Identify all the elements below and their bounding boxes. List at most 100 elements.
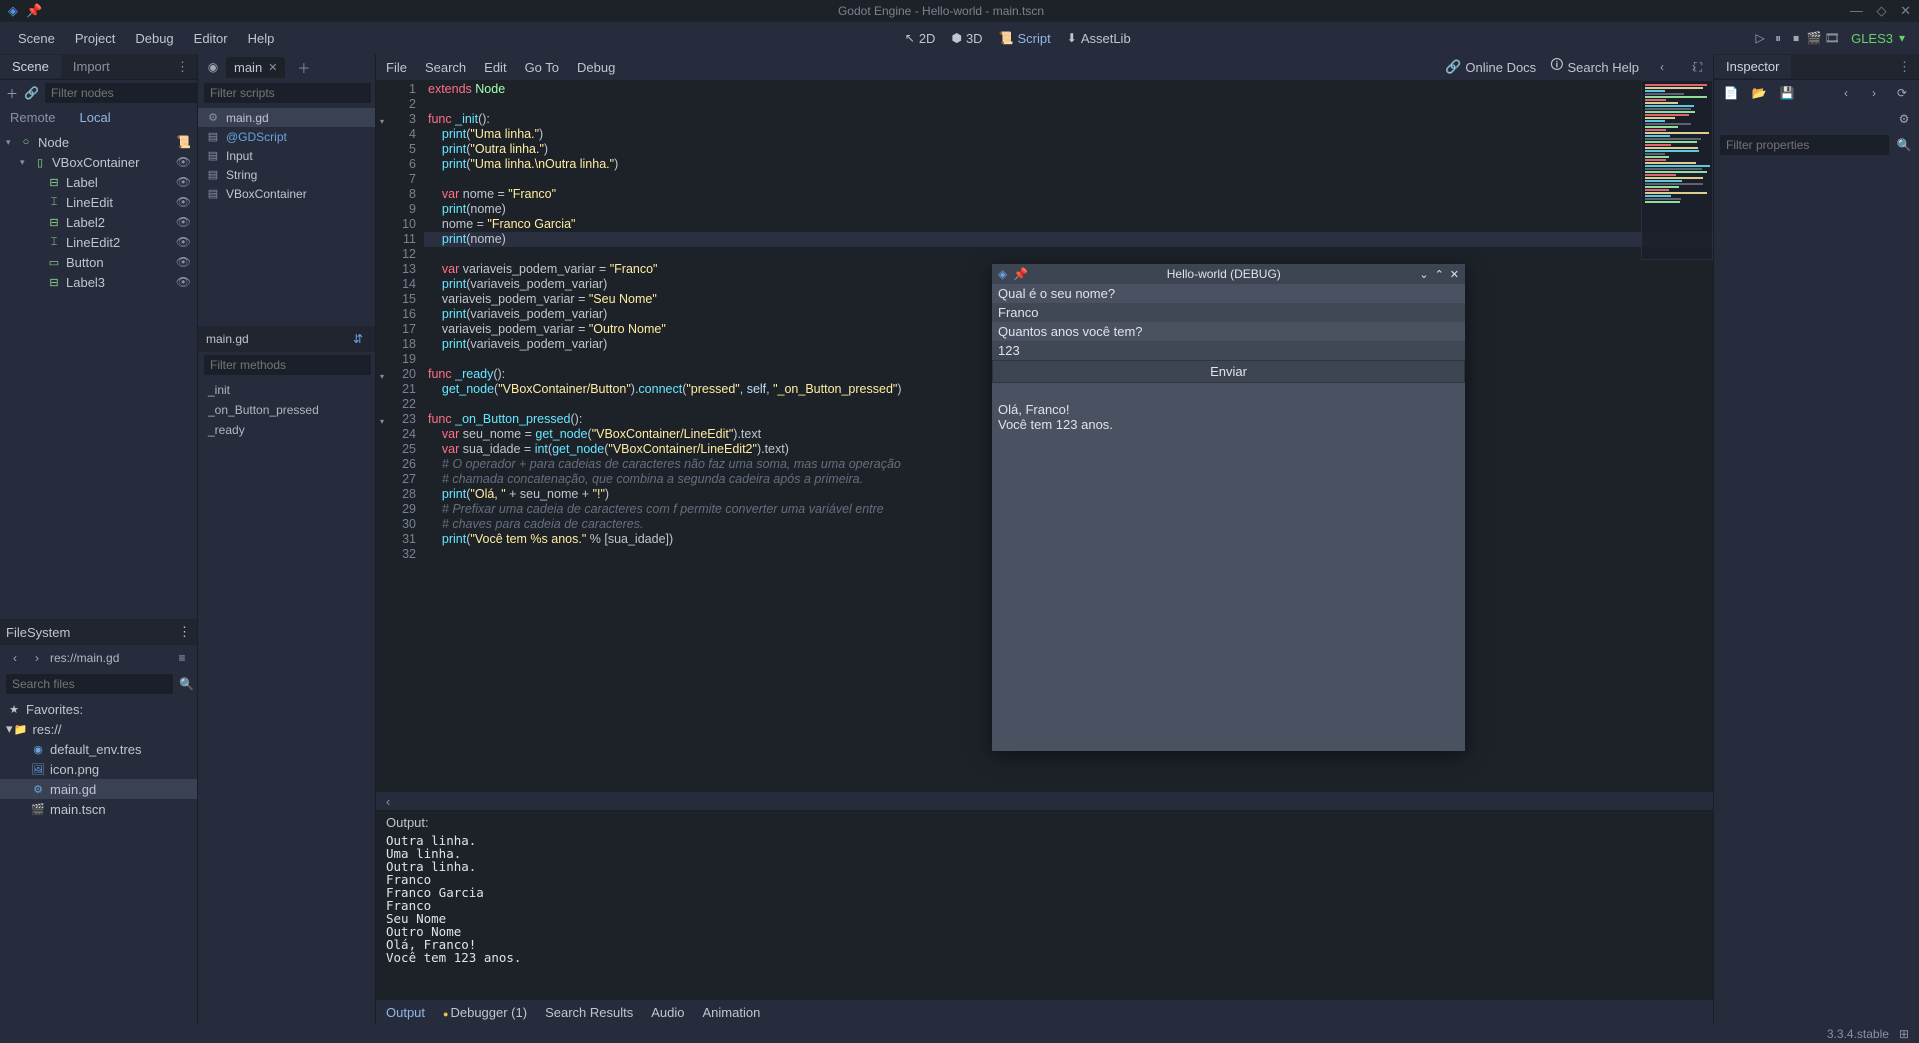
output-body[interactable]: Outra linha. Uma linha. Outra linha. Fra… [376,834,1713,1000]
subtab-local[interactable]: Local [80,110,111,125]
chevron-down-icon[interactable]: ▾ [6,137,18,148]
minimap[interactable] [1641,80,1713,260]
script-item-VBoxContainer[interactable]: ▤VBoxContainer [198,184,375,203]
tab-debugger[interactable]: ●Debugger (1) [443,1005,527,1020]
filter-properties-input[interactable] [1720,135,1889,155]
inspector-menu-icon[interactable]: ⋮ [1890,59,1919,75]
tab-audio[interactable]: Audio [651,1005,684,1020]
renderer-dropdown-icon[interactable]: ▾ [1893,29,1911,47]
script-item-Input[interactable]: ▤Input [198,146,375,165]
scene-node-lineedit2[interactable]: ⌶LineEdit2👁 [0,232,197,252]
script-menu-search[interactable]: Search [425,60,466,75]
menu-scene[interactable]: Scene [8,27,65,50]
settings-icon[interactable]: ⚙ [1895,110,1913,128]
view-3d[interactable]: ⬢3D [943,27,990,50]
menu-project[interactable]: Project [65,27,125,50]
history-fwd-icon[interactable]: › [1865,84,1883,102]
method-_on_Button_pressed[interactable]: _on_Button_pressed [198,400,375,420]
filesystem-path[interactable]: res://main.gd [50,651,169,665]
filesystem-search-input[interactable] [6,674,173,694]
debug-send-button[interactable]: Enviar [992,360,1465,383]
debug-input-nome[interactable] [992,303,1465,322]
debug-input-idade[interactable] [992,341,1465,360]
visibility-icon[interactable]: 👁 [176,235,191,249]
close-icon[interactable]: ✕ [1450,268,1459,281]
play-project-button[interactable]: ▷ [1751,29,1769,47]
script-item-maingd[interactable]: ⚙main.gd [198,108,375,127]
renderer-label[interactable]: GLES3 [1851,31,1893,46]
tab-scene[interactable]: Scene [0,55,61,78]
filesystem-menu-icon[interactable]: ⋮ [178,624,191,640]
tab-animation[interactable]: Animation [702,1005,760,1020]
close-icon[interactable]: ✕ [1900,3,1911,18]
online-docs-button[interactable]: 🔗Online Docs [1445,59,1536,75]
tab-search-results[interactable]: Search Results [545,1005,633,1020]
scene-node-vboxcontainer[interactable]: ▾▯VBoxContainer👁 [0,152,197,172]
search-icon[interactable]: 🔍 [1895,136,1913,154]
script-attached-icon[interactable]: 📜 [176,135,191,149]
collapse-handle[interactable]: ‹ [376,792,1713,810]
scene-node-lineedit[interactable]: ⌶LineEdit👁 [0,192,197,212]
play-scene-button[interactable]: 🎬 [1805,29,1823,47]
stop-button[interactable]: ⏹ [1787,29,1805,47]
menu-help[interactable]: Help [238,27,285,50]
filter-methods-input[interactable] [204,355,371,375]
expand-icon[interactable]: ⛶ [1689,58,1707,76]
pause-button[interactable]: ⏸ [1769,29,1787,47]
fs-item-default_env.tres[interactable]: ◉default_env.tres [0,739,197,759]
scene-node-button[interactable]: ▭Button👁 [0,252,197,272]
view-assetlib[interactable]: ⬇AssetLib [1059,27,1139,50]
method-_ready[interactable]: _ready [198,420,375,440]
script-menu-debug[interactable]: Debug [577,60,615,75]
scene-node-node[interactable]: ▾○Node📜 [0,132,197,152]
menu-debug[interactable]: Debug [125,27,183,50]
view-script[interactable]: 📜Script [991,27,1059,50]
maximize-icon[interactable]: ◇ [1876,3,1886,18]
load-resource-icon[interactable]: 📂 [1750,84,1768,102]
method-_init[interactable]: _init [198,380,375,400]
scene-node-label[interactable]: ⊟Label👁 [0,172,197,192]
pin-icon[interactable]: 📌 [26,3,42,19]
minimize-icon[interactable]: ⌄ [1419,268,1428,281]
debug-game-window[interactable]: ◈ 📌 Hello-world (DEBUG) ⌄ ⌃ ✕ Qual é o s… [992,264,1465,751]
new-tab-icon[interactable]: ＋ [289,58,318,77]
minimize-icon[interactable]: — [1850,3,1863,18]
pin-icon[interactable]: 📌 [1013,267,1028,281]
search-icon[interactable]: 🔍 [179,675,194,693]
visibility-icon[interactable]: 👁 [176,155,191,169]
menu-editor[interactable]: Editor [184,27,238,50]
chevron-down-icon[interactable]: ▾ [20,157,32,168]
sort-icon[interactable]: ⇵ [349,330,367,348]
search-help-button[interactable]: 🛈Search Help [1550,56,1639,78]
tab-inspector[interactable]: Inspector [1714,55,1791,78]
scene-node-label2[interactable]: ⊟Label2👁 [0,212,197,232]
fs-item-icon.png[interactable]: 🖼icon.png [0,759,197,779]
add-node-button[interactable]: ＋ [6,84,18,102]
play-custom-button[interactable]: 🎞 [1823,29,1841,47]
favorites-row[interactable]: ★ Favorites: [0,699,197,719]
view-mode-icon[interactable]: ≡ [173,649,191,667]
filter-scripts-input[interactable] [204,83,371,103]
fs-item-main.gd[interactable]: ⚙main.gd [0,779,197,799]
save-resource-icon[interactable]: 💾 [1778,84,1796,102]
script-item-String[interactable]: ▤String [198,165,375,184]
close-tab-icon[interactable]: ✕ [268,61,277,74]
visibility-icon[interactable]: 👁 [176,275,191,289]
script-menu-goto[interactable]: Go To [525,60,559,75]
scene-panel-menu-icon[interactable]: ⋮ [168,59,197,75]
subtab-remote[interactable]: Remote [10,110,56,125]
history-icon[interactable]: ⟳ [1893,84,1911,102]
visibility-icon[interactable]: 👁 [176,175,191,189]
nav-fwd-icon[interactable]: › [28,649,46,667]
scene-node-label3[interactable]: ⊟Label3👁 [0,272,197,292]
nav-back-icon[interactable]: ‹ [6,649,24,667]
filter-nodes-input[interactable] [45,83,212,103]
new-resource-icon[interactable]: 📄 [1722,84,1740,102]
scene-history-icon[interactable]: ◉ [204,58,222,76]
tab-output[interactable]: Output [386,1005,425,1020]
tab-import[interactable]: Import [61,55,122,78]
fs-item-main.tscn[interactable]: 🎬main.tscn [0,799,197,819]
visibility-icon[interactable]: 👁 [176,255,191,269]
visibility-icon[interactable]: 👁 [176,215,191,229]
script-menu-file[interactable]: File [386,60,407,75]
